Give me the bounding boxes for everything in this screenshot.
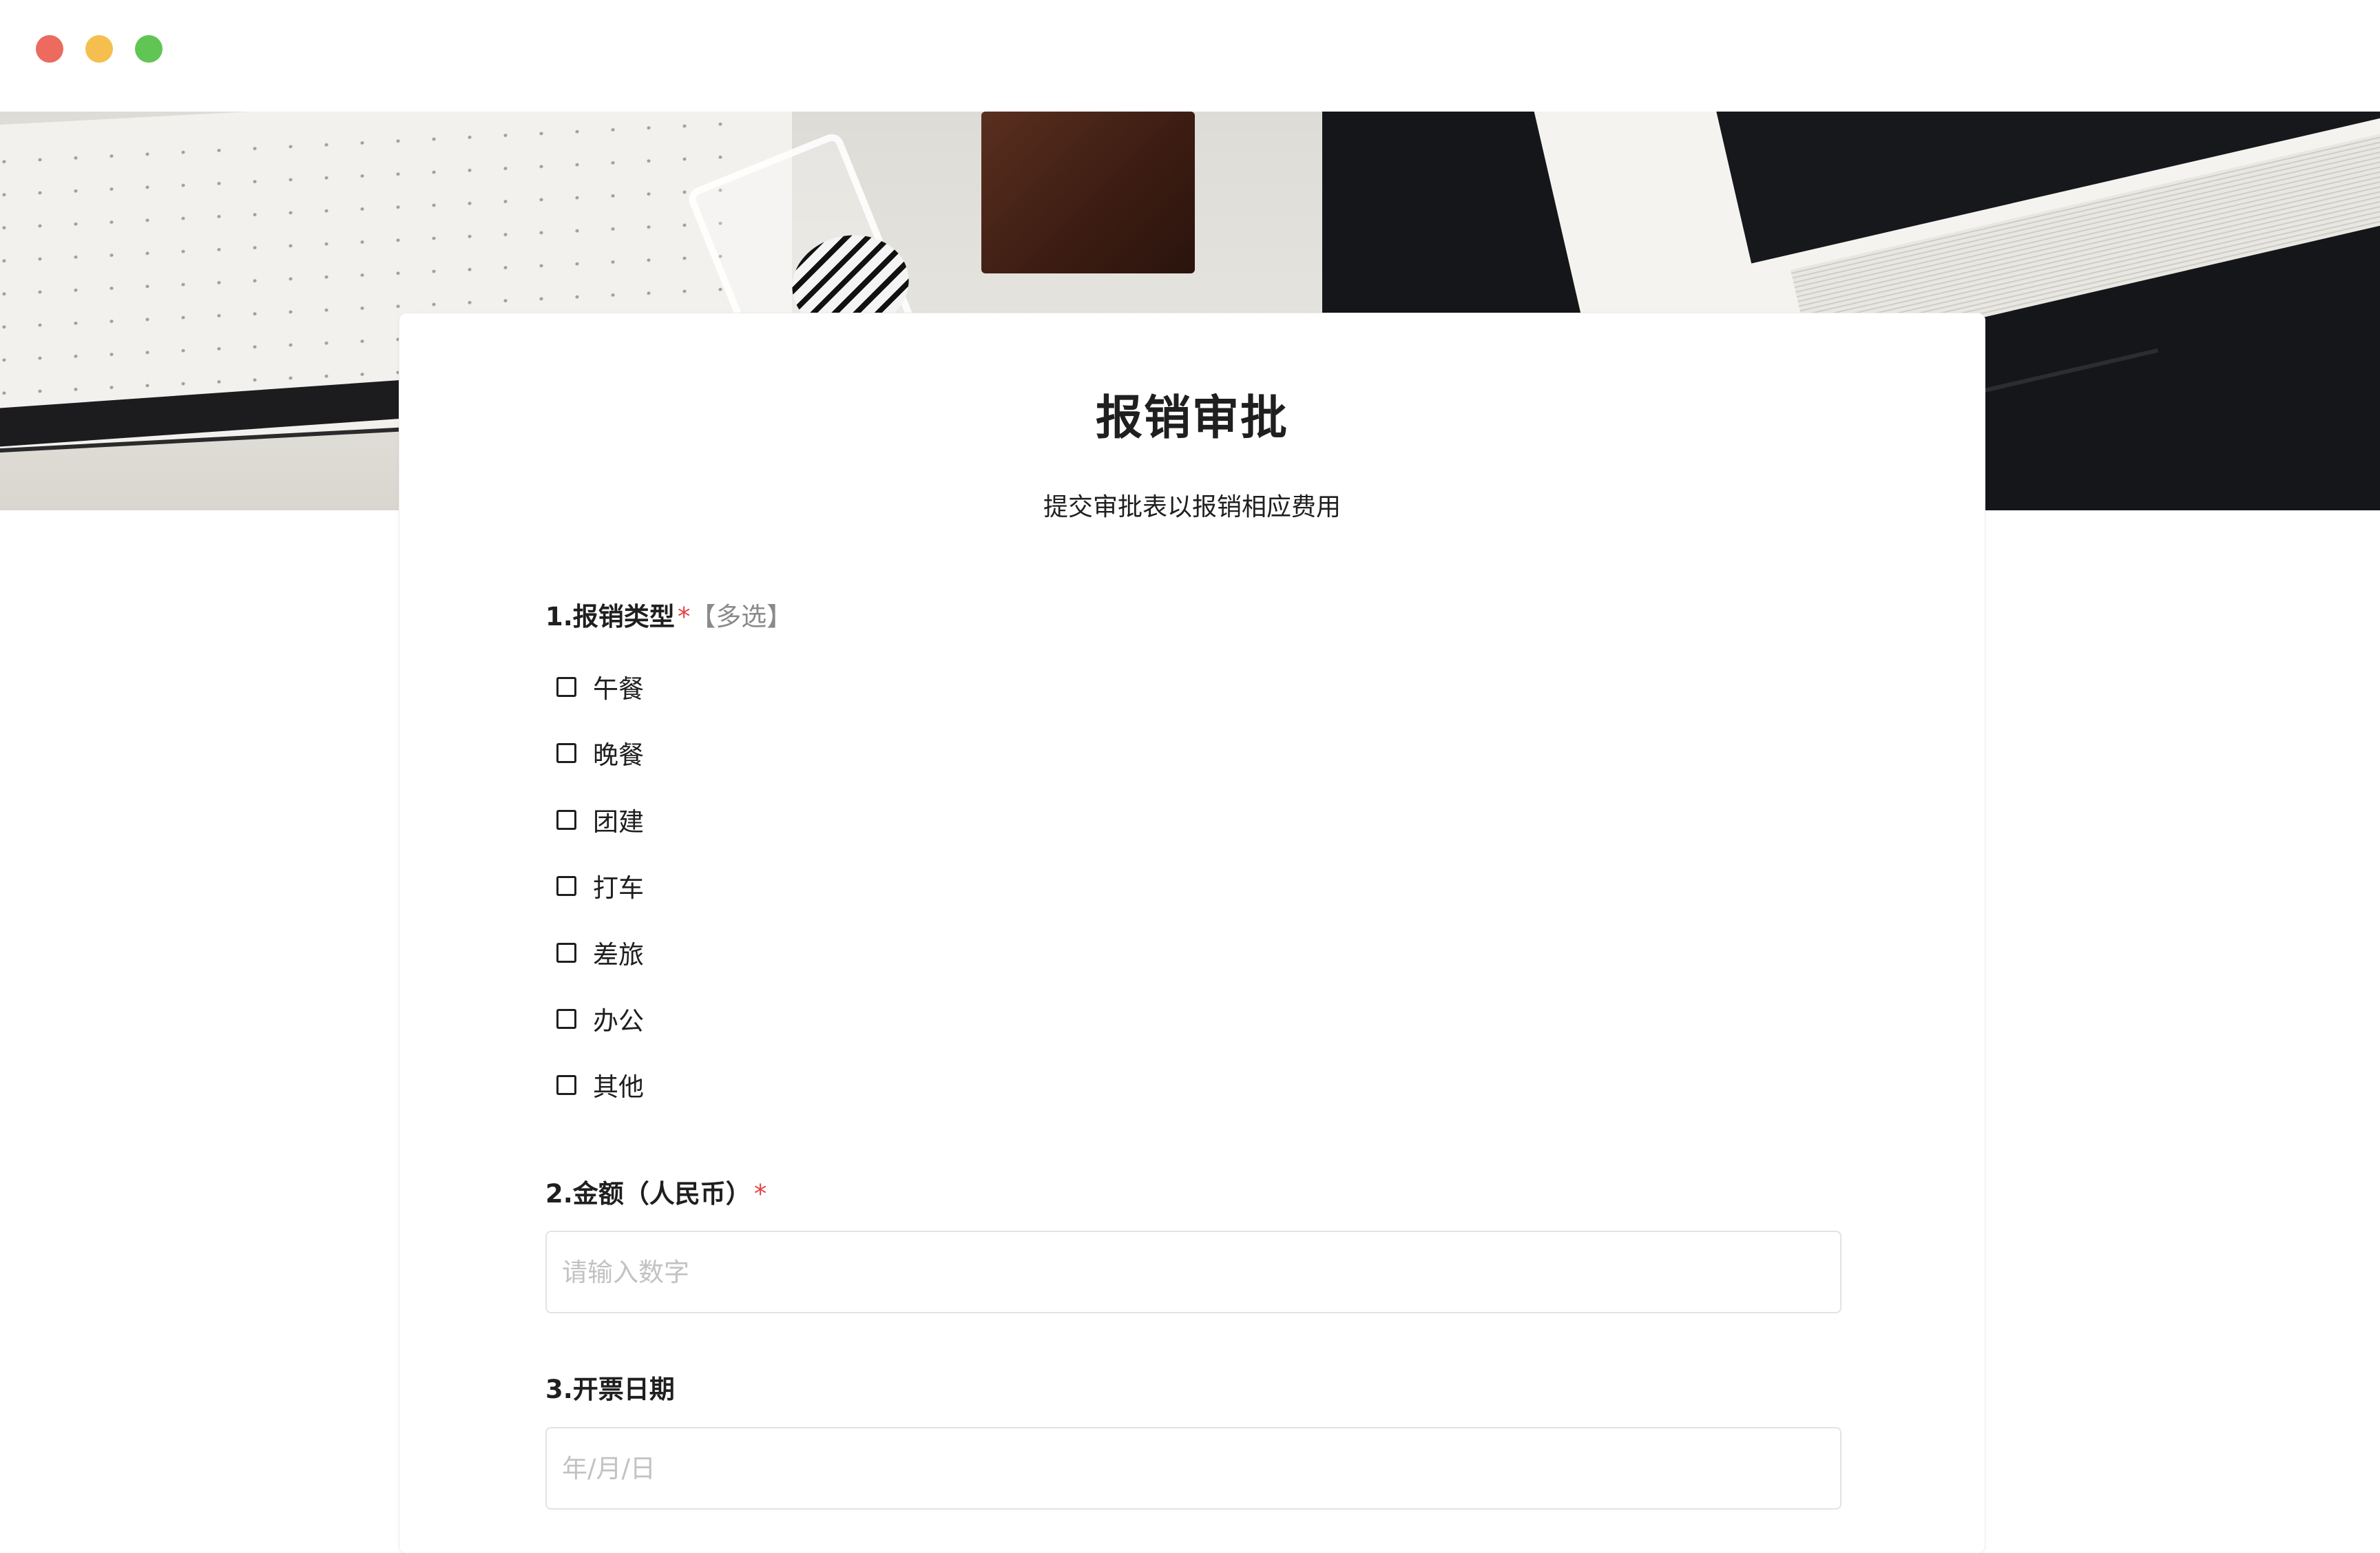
question-1-label: 1.报销类型 *【多选】 xyxy=(545,596,792,633)
question-3-text: 3.开票日期 xyxy=(545,1375,675,1404)
checkbox[interactable] xyxy=(556,809,576,830)
maximize-window-button[interactable] xyxy=(135,35,163,63)
option-lunch[interactable]: 午餐 xyxy=(556,666,644,707)
wood-block-illustration xyxy=(981,112,1195,273)
option-label: 差旅 xyxy=(593,940,644,970)
option-label: 其他 xyxy=(593,1072,644,1102)
option-travel[interactable]: 差旅 xyxy=(556,932,644,973)
question-2-label: 2.金额（人民币） * xyxy=(545,1173,766,1210)
checkbox[interactable] xyxy=(556,676,576,697)
option-dinner[interactable]: 晚餐 xyxy=(556,732,644,773)
question-2-text: 2.金额（人民币） xyxy=(545,1179,751,1209)
required-mark: * xyxy=(753,1179,767,1209)
option-other[interactable]: 其他 xyxy=(556,1064,644,1105)
option-label: 打车 xyxy=(593,873,644,903)
form-title: 报销审批 xyxy=(1095,391,1288,446)
option-taxi[interactable]: 打车 xyxy=(556,865,644,906)
minimize-window-button[interactable] xyxy=(85,35,113,63)
checkbox[interactable] xyxy=(556,742,576,763)
question-3-label: 3.开票日期 xyxy=(545,1368,675,1406)
close-window-button[interactable] xyxy=(36,35,63,63)
invoice-date-input[interactable] xyxy=(545,1427,1841,1510)
option-label: 办公 xyxy=(593,1006,644,1036)
question-1-text: 1.报销类型 xyxy=(545,602,675,632)
window-titlebar xyxy=(0,0,2380,112)
option-label: 晚餐 xyxy=(593,740,644,770)
option-office[interactable]: 办公 xyxy=(556,998,644,1039)
option-team-building[interactable]: 团建 xyxy=(556,799,644,840)
option-label: 团建 xyxy=(593,807,644,837)
option-label: 午餐 xyxy=(593,674,644,704)
form-card: 报销审批 提交审批表以报销相应费用 1.报销类型 *【多选】 午餐 晚餐 团建 打… xyxy=(399,313,1985,1553)
multi-select-tag: 【多选】 xyxy=(690,602,793,632)
checkbox[interactable] xyxy=(556,942,576,963)
amount-input[interactable] xyxy=(545,1231,1841,1313)
checkbox[interactable] xyxy=(556,1074,576,1095)
required-mark: * xyxy=(677,602,691,632)
form-description: 提交审批表以报销相应费用 xyxy=(1043,493,1341,521)
checkbox[interactable] xyxy=(556,1008,576,1029)
checkbox[interactable] xyxy=(556,875,576,896)
